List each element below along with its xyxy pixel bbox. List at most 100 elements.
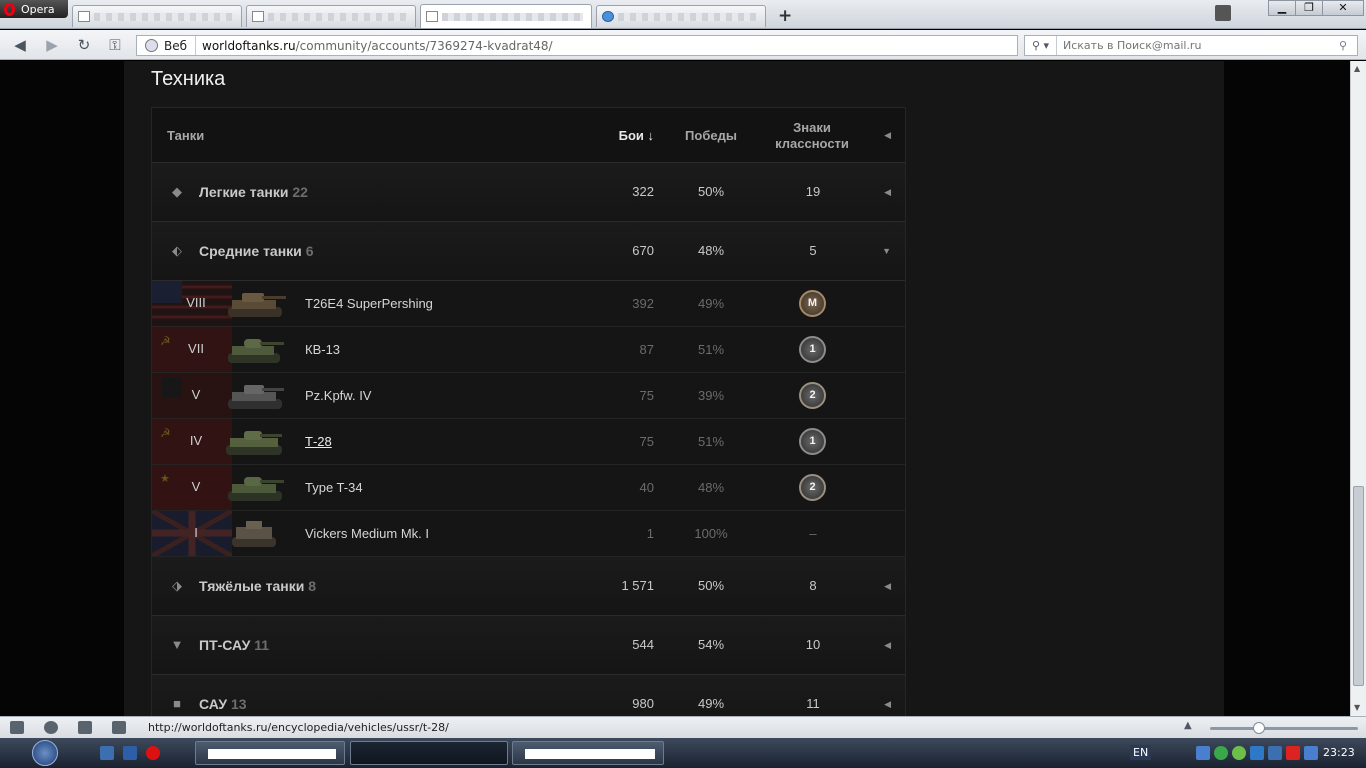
vehicle-name[interactable]: Vickers Medium Mk. I xyxy=(305,526,429,541)
tank-image xyxy=(228,339,284,363)
class-badge-icon: 2 xyxy=(799,474,826,501)
start-button[interactable] xyxy=(32,740,58,766)
zoom-slider-handle[interactable] xyxy=(1253,722,1265,734)
vehicle-row[interactable]: V Pz.Kpfw. IV 75 39% 2 xyxy=(152,373,905,419)
light-tank-icon: ◆ xyxy=(172,184,182,199)
header-tanks: Танки xyxy=(167,128,205,143)
opera-menu-button[interactable]: Opera xyxy=(0,0,68,18)
vehicle-name[interactable]: КВ-13 xyxy=(305,342,340,357)
group-row-light[interactable]: ◆ Легкие танки 22 322 50% 19 ◀ xyxy=(152,163,905,222)
group-row-spg[interactable]: ■ САУ 13 980 49% 11 ◀ xyxy=(152,675,905,716)
scrollbar-thumb[interactable] xyxy=(1353,486,1364,686)
scroll-down-icon[interactable]: ▼ xyxy=(1354,703,1360,712)
vehicle-wins: 39% xyxy=(697,388,725,403)
web-label: Веб xyxy=(164,38,188,53)
restore-button[interactable]: ❐ xyxy=(1295,0,1323,16)
speed-dial-icon[interactable] xyxy=(112,721,126,734)
browser-tab-bar: Opera + ▁ ❐ ✕ xyxy=(0,0,1366,29)
zoom-up-icon[interactable]: ▲ xyxy=(1184,720,1192,731)
expand-icon[interactable]: ◀ xyxy=(884,187,891,198)
tray-icon[interactable] xyxy=(1196,746,1210,760)
search-input[interactable] xyxy=(1057,39,1339,52)
close-window-button[interactable]: ✕ xyxy=(1322,0,1364,16)
page-title: Техника xyxy=(151,68,226,90)
new-tab-button[interactable]: + xyxy=(778,6,792,26)
vehicle-name-link[interactable]: Т-28 xyxy=(305,434,332,449)
search-field[interactable]: ⚲ ▾ ⚲ xyxy=(1024,35,1358,56)
volume-icon[interactable] xyxy=(1304,746,1318,760)
vehicle-row[interactable]: VIII T26E4 SuperPershing 392 49% M xyxy=(152,281,905,327)
group-name: Легкие танки 22 xyxy=(199,184,308,200)
address-url[interactable]: worldoftanks.ru/community/accounts/73692… xyxy=(196,39,553,53)
minimize-button[interactable]: ▁ xyxy=(1268,0,1296,16)
monitor-icon[interactable] xyxy=(1268,746,1282,760)
browser-tab-active[interactable] xyxy=(420,4,592,28)
vehicle-row[interactable]: ★ V Type T-34 40 48% 2 xyxy=(152,465,905,511)
share-icon[interactable] xyxy=(78,721,92,734)
page-viewport: Техника Танки Бои ↓ Победы Знаки классно… xyxy=(0,61,1350,716)
header-wins[interactable]: Победы xyxy=(676,128,746,143)
group-row-medium[interactable]: ⬖ Средние танки 6 670 48% 5 ▼ xyxy=(152,222,905,281)
forward-icon[interactable]: ▶ xyxy=(42,36,62,54)
vertical-scrollbar[interactable]: ▲ ▼ xyxy=(1350,61,1366,716)
group-battles: 544 xyxy=(632,637,654,652)
group-row-heavy[interactable]: ⬗ Тяжёлые танки 8 1 571 50% 8 ◀ xyxy=(152,557,905,616)
taskbar-task-1[interactable] xyxy=(195,741,345,765)
hover-link-url: http://worldoftanks.ru/encyclopedia/vehi… xyxy=(148,721,449,734)
opera-label: Opera xyxy=(21,2,55,16)
panel-toggle-icon[interactable] xyxy=(10,721,24,734)
reload-icon[interactable]: ↻ xyxy=(74,36,94,54)
group-battles: 980 xyxy=(632,696,654,711)
class-badge-icon: 1 xyxy=(799,428,826,455)
browser-tab-4[interactable] xyxy=(596,5,766,27)
opera-logo-icon xyxy=(4,2,15,16)
opera-taskbar-icon[interactable] xyxy=(146,746,160,760)
table-header: Танки Бои ↓ Победы Знаки классности ◀ xyxy=(152,108,905,163)
collapse-left-icon[interactable]: ◀ xyxy=(884,130,891,141)
clover-icon[interactable] xyxy=(1214,746,1228,760)
scroll-up-icon[interactable]: ▲ xyxy=(1354,64,1360,73)
expand-icon[interactable]: ◀ xyxy=(884,581,891,592)
group-marks: 5 xyxy=(809,243,817,258)
vehicle-tier: VII xyxy=(188,341,204,356)
search-go-icon[interactable]: ⚲ xyxy=(1339,39,1357,52)
address-bar[interactable]: Веб worldoftanks.ru/community/accounts/7… xyxy=(136,35,1018,56)
save-icon[interactable] xyxy=(123,746,137,760)
key-icon[interactable]: ⚿ xyxy=(105,36,125,54)
vehicle-row[interactable]: ☭ IV Т-28 75 51% 1 xyxy=(152,419,905,465)
zoom-slider[interactable] xyxy=(1210,727,1358,730)
vehicle-name[interactable]: Pz.Kpfw. IV xyxy=(305,388,371,403)
collapse-down-icon[interactable]: ▼ xyxy=(882,246,891,256)
tank-destroyer-icon: ▼ xyxy=(170,637,184,652)
expand-icon[interactable]: ◀ xyxy=(884,699,891,710)
group-name: Тяжёлые танки 8 xyxy=(199,578,317,594)
group-row-td[interactable]: ▼ ПТ-САУ 11 544 54% 10 ◀ xyxy=(152,616,905,675)
vehicle-battles: 1 xyxy=(646,526,654,541)
expand-icon[interactable]: ◀ xyxy=(884,640,891,651)
header-marks[interactable]: Знаки классности xyxy=(772,120,852,152)
content-panel: Техника Танки Бои ↓ Победы Знаки классно… xyxy=(124,61,1224,716)
vehicle-row[interactable]: I Vickers Medium Mk. I 1 100% – xyxy=(152,511,905,557)
back-icon[interactable]: ◀ xyxy=(10,36,30,54)
antivirus-icon[interactable] xyxy=(1286,746,1300,760)
bluetooth-icon[interactable] xyxy=(1250,746,1264,760)
vehicle-wins: 48% xyxy=(697,480,725,495)
vehicle-tier: V xyxy=(191,387,201,402)
tank-image xyxy=(232,521,276,547)
site-info-button[interactable]: Веб xyxy=(137,36,197,55)
check-icon[interactable] xyxy=(1232,746,1246,760)
globe-icon xyxy=(145,39,158,52)
language-indicator[interactable]: EN xyxy=(1130,745,1152,760)
browser-tab-2[interactable] xyxy=(246,5,416,27)
trash-icon[interactable] xyxy=(1215,5,1231,21)
vehicle-name[interactable]: Type T-34 xyxy=(305,480,363,495)
taskbar-task-3[interactable] xyxy=(512,741,664,765)
vehicle-row[interactable]: ☭ VII КВ-13 87 51% 1 xyxy=(152,327,905,373)
taskbar-task-2[interactable] xyxy=(350,741,508,765)
vehicle-name[interactable]: T26E4 SuperPershing xyxy=(305,296,433,311)
header-battles-sort[interactable]: Бои ↓ xyxy=(602,128,654,143)
browser-tab-1[interactable] xyxy=(72,5,242,27)
cloud-icon[interactable] xyxy=(44,721,58,734)
search-engine-icon[interactable]: ⚲ ▾ xyxy=(1025,36,1057,55)
network-icon[interactable] xyxy=(100,746,114,760)
